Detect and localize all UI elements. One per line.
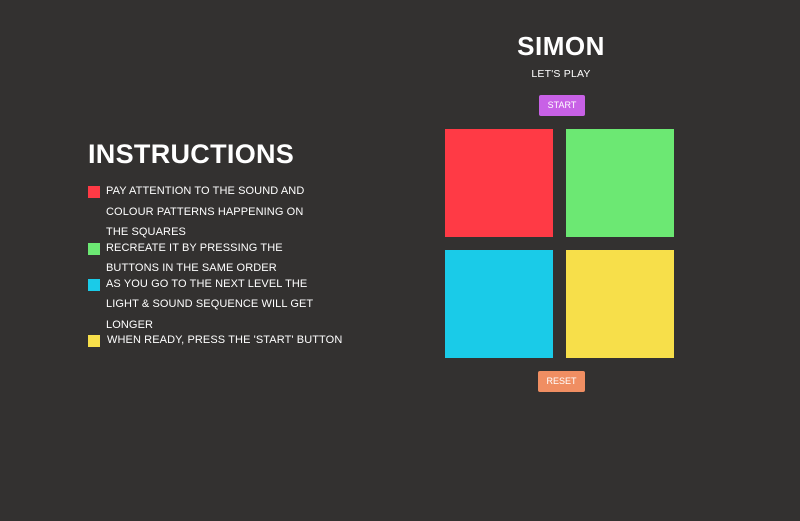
instruction-text-4: WHEN READY, PRESS THE 'START' BUTTON bbox=[107, 334, 343, 346]
instruction-text-2: RECREATE IT BY PRESSING THE BUTTONS IN T… bbox=[106, 241, 283, 275]
red-swatch bbox=[88, 186, 100, 198]
green-swatch bbox=[88, 242, 100, 255]
instruction-item-3: AS YOU GO TO THE NEXT LEVEL THE LIGHT & … bbox=[88, 278, 328, 336]
instruction-text-1: PAY ATTENTION TO THE SOUND AND COLOUR PA… bbox=[106, 185, 305, 238]
blue-pad[interactable] bbox=[445, 250, 553, 358]
yellow-swatch bbox=[88, 335, 100, 347]
reset-button[interactable]: RESET bbox=[538, 371, 585, 392]
red-pad[interactable] bbox=[445, 129, 553, 237]
instructions-heading: INSTRUCTIONS bbox=[88, 139, 295, 169]
instruction-text-3: AS YOU GO TO THE NEXT LEVEL THE LIGHT & … bbox=[106, 277, 314, 331]
blue-swatch bbox=[88, 278, 100, 291]
game-title: SIMON bbox=[517, 31, 605, 61]
yellow-pad[interactable] bbox=[566, 250, 674, 358]
start-button[interactable]: START bbox=[539, 95, 585, 116]
instruction-item-4: WHEN READY, PRESS THE 'START' BUTTON bbox=[88, 334, 348, 351]
green-pad[interactable] bbox=[566, 129, 674, 237]
instruction-item-1: PAY ATTENTION TO THE SOUND AND COLOUR PA… bbox=[88, 185, 318, 243]
simon-game-page: INSTRUCTIONS PAY ATTENTION TO THE SOUND … bbox=[0, 0, 800, 521]
game-subtitle: LET'S PLAY bbox=[531, 68, 591, 80]
instructions-panel: INSTRUCTIONS PAY ATTENTION TO THE SOUND … bbox=[88, 138, 388, 351]
